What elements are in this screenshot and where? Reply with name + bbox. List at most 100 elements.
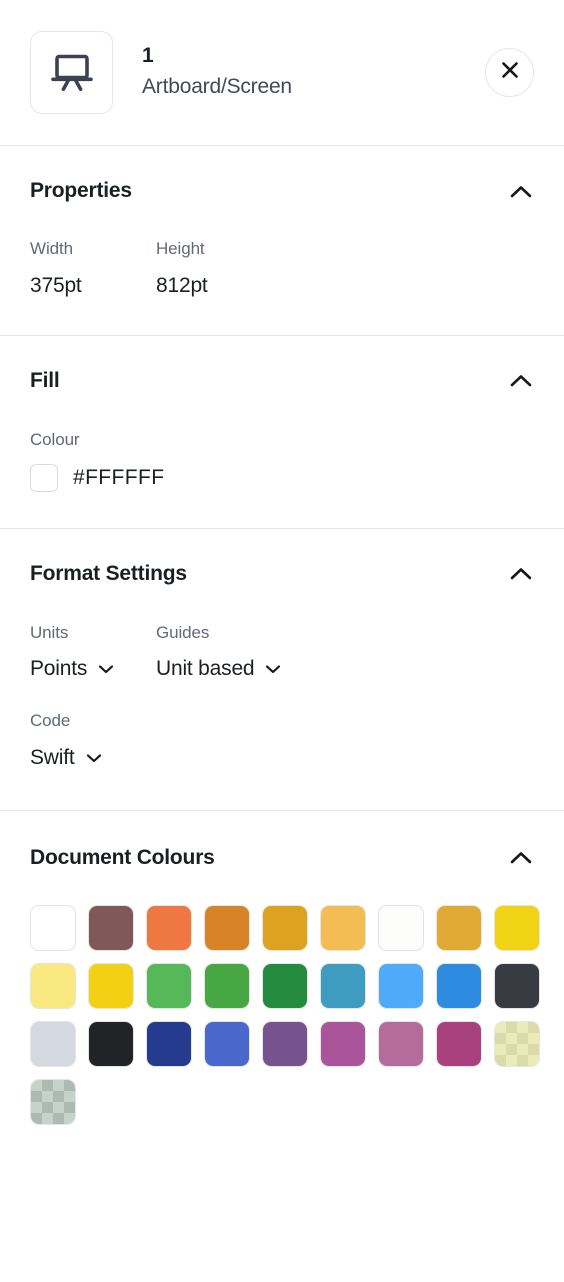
document-colours-title: Document Colours <box>30 845 215 869</box>
colour-swatch[interactable] <box>30 904 76 951</box>
fill-section-header[interactable]: Fill <box>30 368 534 394</box>
properties-section: Properties Width 375pt Height 812pt <box>0 146 564 335</box>
inspector-panel: 1 Artboard/Screen Properties Width 375pt… <box>0 0 564 1282</box>
chevron-down-icon <box>98 664 114 674</box>
format-settings-title: Format Settings <box>30 561 187 585</box>
swatch-fill <box>495 963 539 1008</box>
artboard-type-label: Artboard/Screen <box>142 75 292 99</box>
swatch-fill <box>31 1021 75 1066</box>
swatch-fill <box>321 1021 365 1066</box>
swatch-fill <box>89 905 133 950</box>
swatch-fill <box>379 1021 423 1066</box>
colour-swatch[interactable] <box>436 962 482 1009</box>
colour-swatch[interactable] <box>378 904 424 951</box>
colour-swatch[interactable] <box>378 962 424 1009</box>
colour-swatch[interactable] <box>262 1020 308 1067</box>
colour-swatch[interactable] <box>204 1020 250 1067</box>
colour-swatch[interactable] <box>30 1078 76 1125</box>
height-label: Height <box>156 239 205 258</box>
format-row-units-guides: Units Points Guides Unit based <box>30 623 534 681</box>
colour-swatch[interactable] <box>494 1020 540 1067</box>
colour-swatch[interactable] <box>204 962 250 1009</box>
fill-fields: Colour #FFFFFF <box>30 430 534 492</box>
width-label: Width <box>30 239 73 258</box>
swatch-fill <box>31 905 75 950</box>
swatch-fill <box>379 963 423 1008</box>
document-colours-section: Document Colours <box>0 811 564 1145</box>
colour-swatch[interactable] <box>146 962 192 1009</box>
colour-swatch[interactable] <box>146 1020 192 1067</box>
width-value[interactable]: 375pt <box>30 273 156 298</box>
document-colours-section-header[interactable]: Document Colours <box>30 845 534 871</box>
swatch-fill <box>147 963 191 1008</box>
colour-swatch[interactable] <box>494 904 540 951</box>
panel-header: 1 Artboard/Screen <box>0 0 564 145</box>
close-icon <box>500 60 520 85</box>
close-button[interactable] <box>485 48 534 97</box>
chevron-up-icon[interactable] <box>508 561 534 587</box>
swatch-fill <box>89 1021 133 1066</box>
swatch-fill <box>263 905 307 950</box>
colour-swatch[interactable] <box>146 904 192 951</box>
swatch-fill <box>147 1021 191 1066</box>
swatch-fill <box>205 905 249 950</box>
format-row-code: Code Swift <box>30 711 534 769</box>
chevron-up-icon[interactable] <box>508 178 534 204</box>
swatch-fill <box>437 1021 481 1066</box>
fill-colour-hex[interactable]: #FFFFFF <box>73 466 164 490</box>
swatch-fill <box>321 905 365 950</box>
height-value[interactable]: 812pt <box>156 273 208 298</box>
colour-swatch[interactable] <box>320 962 366 1009</box>
code-select[interactable]: Swift <box>30 746 102 770</box>
units-field: Units Points <box>30 623 156 681</box>
units-label: Units <box>30 622 69 642</box>
swatch-fill <box>321 963 365 1008</box>
colour-label: Colour <box>30 429 80 449</box>
swatch-fill <box>495 905 539 950</box>
artboard-index: 1 <box>142 44 154 68</box>
colour-swatch[interactable] <box>30 962 76 1009</box>
properties-section-header[interactable]: Properties <box>30 178 534 204</box>
colour-swatch[interactable] <box>494 962 540 1009</box>
colour-swatch[interactable] <box>262 904 308 951</box>
swatch-fill <box>31 1079 75 1124</box>
units-value: Points <box>30 657 88 681</box>
chevron-up-icon[interactable] <box>508 845 534 871</box>
width-field: Width 375pt <box>30 239 156 299</box>
swatch-fill <box>205 1021 249 1066</box>
colour-swatch[interactable] <box>262 962 308 1009</box>
colour-swatch[interactable] <box>436 904 482 951</box>
chevron-down-icon <box>265 664 281 674</box>
swatch-fill <box>437 963 481 1008</box>
fill-section: Fill Colour #FFFFFF <box>0 336 564 528</box>
colour-swatch[interactable] <box>88 904 134 951</box>
swatch-fill <box>437 905 481 950</box>
guides-value: Unit based <box>156 657 255 681</box>
fill-colour-row[interactable]: #FFFFFF <box>30 463 534 492</box>
units-select[interactable]: Points <box>30 657 156 681</box>
swatch-fill <box>495 1021 539 1066</box>
chevron-up-icon[interactable] <box>508 368 534 394</box>
colour-swatch[interactable] <box>88 962 134 1009</box>
colour-swatch[interactable] <box>204 904 250 951</box>
swatch-fill <box>263 963 307 1008</box>
format-settings-section: Format Settings Units Points Guides Unit… <box>0 529 564 810</box>
artboard-thumbnail[interactable] <box>30 31 113 114</box>
properties-fields: Width 375pt Height 812pt <box>30 239 534 299</box>
fill-title: Fill <box>30 368 60 392</box>
colour-swatch[interactable] <box>320 1020 366 1067</box>
format-settings-section-header[interactable]: Format Settings <box>30 561 534 587</box>
colour-swatch[interactable] <box>378 1020 424 1067</box>
guides-select[interactable]: Unit based <box>156 657 281 681</box>
swatch-fill <box>89 963 133 1008</box>
swatch-fill <box>31 963 75 1008</box>
colour-swatch[interactable] <box>88 1020 134 1067</box>
chevron-down-icon <box>86 753 102 763</box>
colour-swatch[interactable] <box>436 1020 482 1067</box>
colour-swatch[interactable] <box>30 1020 76 1067</box>
header-text-block: 1 Artboard/Screen <box>142 42 485 103</box>
colour-swatch[interactable] <box>320 904 366 951</box>
swatch-fill <box>263 1021 307 1066</box>
height-field: Height 812pt <box>156 239 208 299</box>
fill-colour-swatch[interactable] <box>30 463 58 492</box>
